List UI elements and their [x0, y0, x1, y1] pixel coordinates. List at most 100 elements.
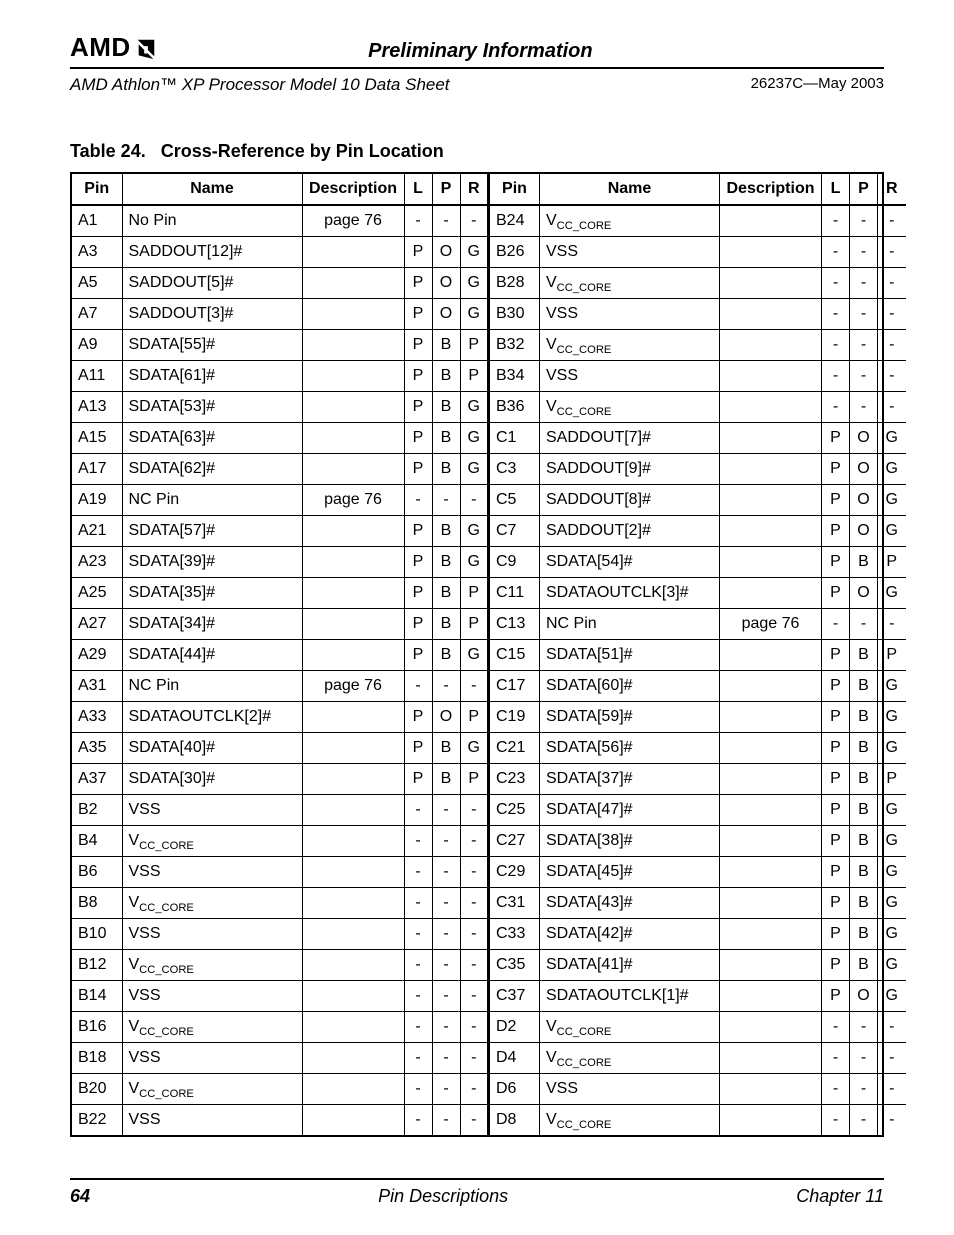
cell-name: VCC_CORE	[540, 392, 720, 423]
cell-description	[302, 640, 404, 671]
cell-description	[302, 981, 404, 1012]
table-row: B16VCC_CORE---	[72, 1012, 488, 1043]
cell-l: -	[404, 1012, 432, 1043]
table-row: B18VSS---	[72, 1043, 488, 1074]
cell-description	[720, 392, 822, 423]
cell-description	[720, 919, 822, 950]
cell-description	[302, 392, 404, 423]
cell-pin: C7	[490, 516, 540, 547]
cell-r: P	[460, 764, 488, 795]
cell-p: B	[432, 330, 460, 361]
cell-pin: B4	[72, 826, 122, 857]
table-row: B34VSS---	[490, 361, 906, 392]
cell-description	[302, 733, 404, 764]
cell-l: -	[404, 826, 432, 857]
cell-p: O	[432, 237, 460, 268]
cell-l: -	[404, 857, 432, 888]
cell-l: -	[404, 205, 432, 237]
table-row: A23SDATA[39]#PBG	[72, 547, 488, 578]
table-row: A25SDATA[35]#PBP	[72, 578, 488, 609]
cell-description: page 76	[302, 671, 404, 702]
cell-l: P	[822, 578, 850, 609]
cell-p: O	[850, 454, 878, 485]
cell-r: -	[460, 919, 488, 950]
cell-r: G	[878, 423, 906, 454]
cell-description	[302, 1105, 404, 1136]
cell-name: SDATA[57]#	[122, 516, 302, 547]
cell-p: B	[432, 516, 460, 547]
cell-l: P	[404, 764, 432, 795]
cell-l: P	[404, 547, 432, 578]
col-name: Name	[540, 174, 720, 205]
table-row: B24VCC_CORE---	[490, 205, 906, 237]
table-row: B32VCC_CORE---	[490, 330, 906, 361]
cell-name: VSS	[540, 361, 720, 392]
cell-r: G	[460, 454, 488, 485]
cell-r: G	[878, 981, 906, 1012]
cell-l: P	[822, 795, 850, 826]
table-row: A7SADDOUT[3]#POG	[72, 299, 488, 330]
table-row: A19NC Pinpage 76---	[72, 485, 488, 516]
col-pin: Pin	[72, 174, 122, 205]
cell-name: SDATA[53]#	[122, 392, 302, 423]
cell-description	[302, 857, 404, 888]
cell-description	[302, 330, 404, 361]
subheader: AMD Athlon™ XP Processor Model 10 Data S…	[70, 75, 884, 95]
cell-description	[720, 1105, 822, 1136]
cell-p: B	[850, 919, 878, 950]
table-row: D4VCC_CORE---	[490, 1043, 906, 1074]
cell-p: O	[850, 578, 878, 609]
cell-name: SADDOUT[12]#	[122, 237, 302, 268]
cell-name: SDATAOUTCLK[1]#	[540, 981, 720, 1012]
cell-name: VSS	[122, 857, 302, 888]
table-row: B14VSS---	[72, 981, 488, 1012]
cell-pin: B20	[72, 1074, 122, 1105]
cell-pin: B12	[72, 950, 122, 981]
cell-l: P	[404, 640, 432, 671]
cell-r: G	[460, 268, 488, 299]
cell-r: G	[460, 237, 488, 268]
cell-description	[302, 237, 404, 268]
table-row: D2VCC_CORE---	[490, 1012, 906, 1043]
cell-name: VCC_CORE	[540, 1012, 720, 1043]
cell-p: B	[850, 671, 878, 702]
cell-r: P	[878, 547, 906, 578]
cell-l: P	[404, 423, 432, 454]
pin-table-left: Pin Name Description L P R A1No Pinpage …	[72, 174, 489, 1135]
cell-l: P	[404, 299, 432, 330]
cell-description	[720, 547, 822, 578]
cell-p: -	[432, 857, 460, 888]
cell-p: B	[850, 547, 878, 578]
cell-description	[302, 764, 404, 795]
table-row: A31NC Pinpage 76---	[72, 671, 488, 702]
cell-pin: C21	[490, 733, 540, 764]
cell-description	[720, 578, 822, 609]
cell-name: SDATA[61]#	[122, 361, 302, 392]
cell-p: B	[432, 423, 460, 454]
col-desc: Description	[720, 174, 822, 205]
cell-pin: A17	[72, 454, 122, 485]
table-row: C15SDATA[51]#PBP	[490, 640, 906, 671]
cell-name: SDATA[56]#	[540, 733, 720, 764]
cell-name: SDATA[39]#	[122, 547, 302, 578]
cell-l: -	[822, 299, 850, 330]
cell-p: -	[850, 205, 878, 237]
table-row: C5SADDOUT[8]#POG	[490, 485, 906, 516]
cell-l: -	[822, 268, 850, 299]
cell-p: -	[850, 1074, 878, 1105]
cell-pin: B36	[490, 392, 540, 423]
cell-r: -	[878, 361, 906, 392]
cell-name: SDATA[51]#	[540, 640, 720, 671]
cell-pin: A19	[72, 485, 122, 516]
cell-description	[720, 1043, 822, 1074]
cell-p: B	[432, 640, 460, 671]
cell-l: P	[404, 609, 432, 640]
cell-pin: C11	[490, 578, 540, 609]
table-row: A17SDATA[62]#PBG	[72, 454, 488, 485]
cell-r: -	[460, 485, 488, 516]
cell-l: -	[404, 919, 432, 950]
cell-r: G	[460, 733, 488, 764]
cell-name: SDATA[34]#	[122, 609, 302, 640]
cell-l: -	[822, 361, 850, 392]
cell-pin: A7	[72, 299, 122, 330]
